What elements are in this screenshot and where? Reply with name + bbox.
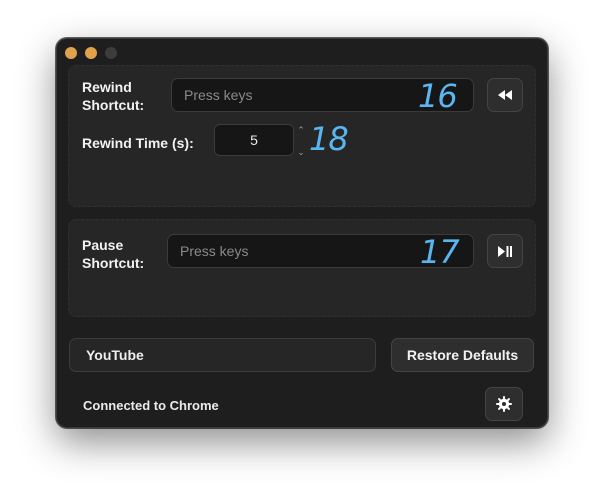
rewind-label-line1: Rewind [82,79,132,95]
play-pause-button[interactable] [487,234,523,268]
window-controls [65,47,117,59]
rewind-label-line2: Shortcut: [82,97,145,113]
rewind-time-input[interactable] [215,125,293,155]
site-field[interactable]: YouTube [69,338,376,372]
rewind-time-annotation: 18 [309,120,349,158]
stepper-down-icon[interactable]: ⌄ [297,147,305,157]
pause-label-line1: Pause [82,237,124,253]
rewind-time-field[interactable] [214,124,294,156]
maximize-window-button[interactable] [105,47,117,59]
restore-defaults-button[interactable]: Restore Defaults [391,338,534,372]
rewind-time-label: Rewind Time (s): [82,135,194,151]
rewind-button[interactable] [487,78,523,112]
pause-shortcut-label: Pause Shortcut: [82,236,144,272]
site-field-value: YouTube [86,347,144,363]
minimize-window-button[interactable] [85,47,97,59]
rewind-shortcut-annotation: 16 [418,77,458,115]
pause-panel: Pause Shortcut: 17 [68,219,536,317]
rewind-shortcut-label: Rewind Shortcut: [82,78,144,114]
pause-label-line2: Shortcut: [82,255,145,271]
app-window: Rewind Shortcut: 16 Rewind Time (s): ⌃ ⌄… [56,38,548,428]
rewind-icon [498,90,512,100]
pause-shortcut-annotation: 17 [420,233,460,271]
gear-icon [496,396,512,412]
close-window-button[interactable] [65,47,77,59]
rewind-shortcut-field[interactable]: 16 [171,77,474,115]
pause-shortcut-field[interactable]: 17 [167,233,474,271]
play-pause-icon [498,245,512,257]
stepper-up-icon[interactable]: ⌃ [297,125,305,135]
settings-button[interactable] [485,387,523,421]
rewind-panel: Rewind Shortcut: 16 Rewind Time (s): ⌃ ⌄… [68,65,536,207]
connection-status: Connected to Chrome [83,398,219,413]
rewind-time-stepper[interactable]: ⌃ ⌄ [295,125,307,157]
